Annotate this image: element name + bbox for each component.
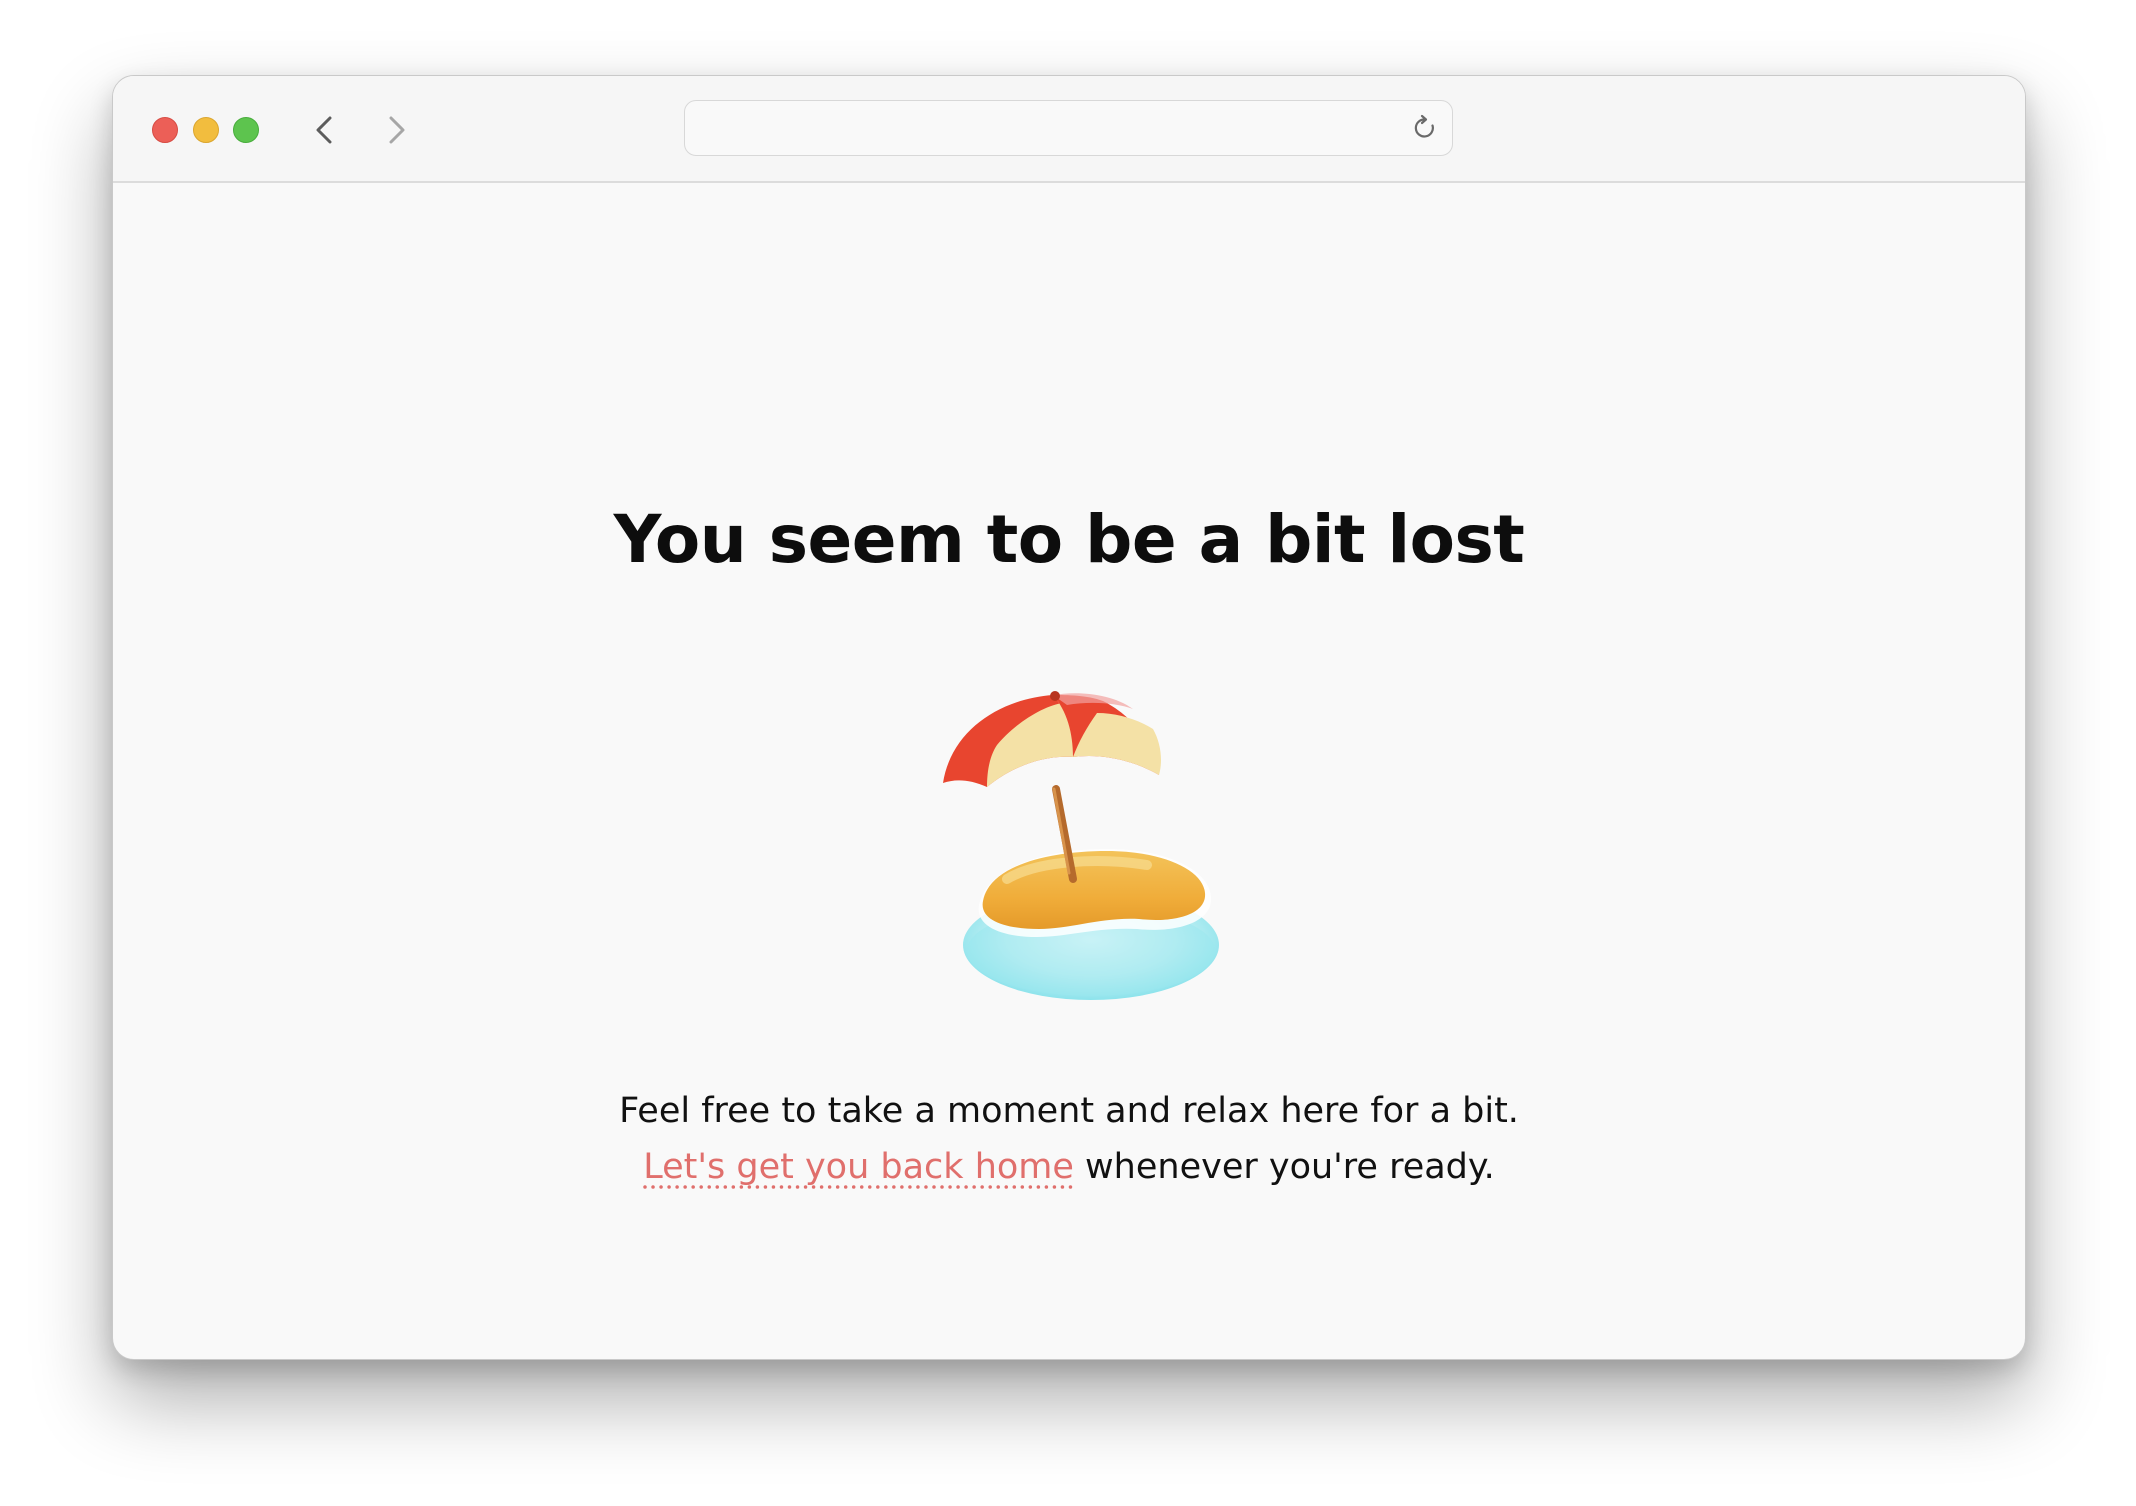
beach-umbrella-island-icon (943, 691, 1219, 1000)
close-window-button[interactable] (152, 117, 178, 143)
address-bar[interactable] (684, 100, 1453, 156)
back-button[interactable] (306, 110, 346, 150)
browser-window: You seem to be a bit lost Feel free to t… (112, 75, 2026, 1360)
reload-button[interactable] (1410, 113, 1440, 143)
island-illustration (927, 683, 1247, 1013)
message-line-1: Feel free to take a moment and relax her… (619, 1091, 1519, 1131)
lost-message: Feel free to take a moment and relax her… (113, 1083, 2025, 1195)
browser-toolbar (113, 76, 2025, 183)
message-line-2-rest: whenever you're ready. (1073, 1147, 1495, 1187)
chevron-left-icon (316, 116, 332, 144)
page-content: You seem to be a bit lost Feel free to t… (113, 183, 2025, 1359)
message-line-2: Let's get you back home whenever you're … (113, 1139, 2025, 1195)
forward-button[interactable] (377, 110, 417, 150)
minimize-window-button[interactable] (193, 117, 219, 143)
back-home-link[interactable]: Let's get you back home (643, 1147, 1074, 1187)
chevron-right-icon (389, 116, 405, 144)
page-title: You seem to be a bit lost (613, 501, 1525, 578)
zoom-window-button[interactable] (233, 117, 259, 143)
reload-icon (1414, 114, 1434, 138)
